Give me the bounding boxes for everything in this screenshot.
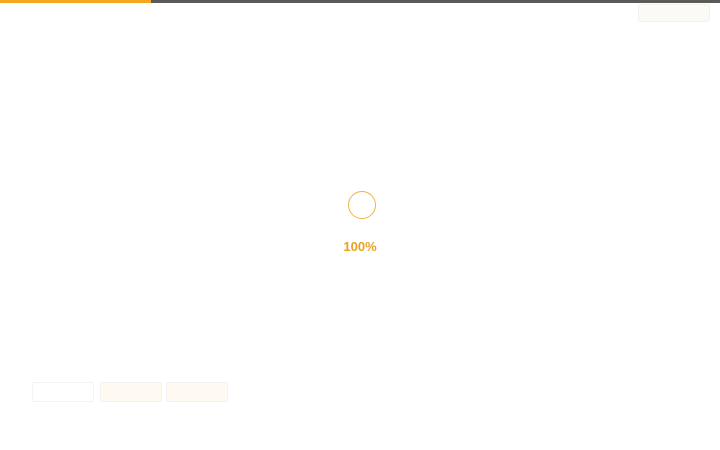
loading-ring-icon — [348, 191, 376, 219]
cookie-settings-button — [32, 382, 94, 402]
cookie-reject-button — [100, 382, 162, 402]
cookie-accept-button — [166, 382, 228, 402]
header-button-faded — [638, 4, 710, 22]
loading-screen: 100% — [0, 0, 720, 450]
page-load-progress-fill — [0, 0, 152, 3]
loading-percent-label: 100% — [343, 239, 377, 254]
page-load-progress-bar — [0, 0, 720, 3]
cookie-banner-faded — [30, 314, 235, 434]
